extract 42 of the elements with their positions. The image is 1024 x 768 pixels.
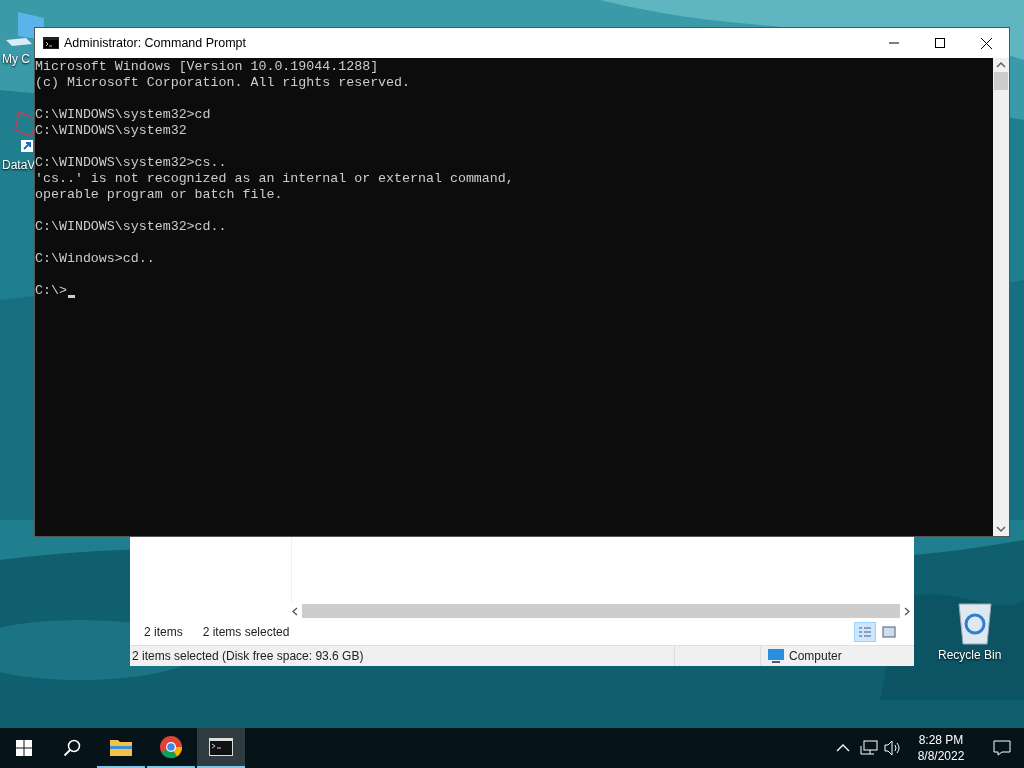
console-line: operable program or batch file. (35, 187, 283, 203)
recycle-bin-icon (955, 600, 995, 646)
console-line: C:\WINDOWS\system32>cd (35, 107, 211, 123)
speaker-icon[interactable] (884, 740, 902, 756)
console-line: Microsoft Windows [Version 10.0.19044.1288] (35, 59, 379, 75)
computer-icon (767, 648, 785, 664)
browser-icon (159, 735, 183, 759)
console-line: C:\WINDOWS\system32>cs.. (35, 155, 227, 171)
status-text: 2 items selected (Disk free space: 93.6 GB) (131, 648, 365, 665)
close-icon (980, 37, 992, 49)
taskbar-app-button[interactable] (197, 728, 245, 768)
preview-icon (882, 626, 896, 638)
console-app-icon (43, 37, 59, 49)
clock-time: 8:28 PM (918, 732, 964, 748)
selection-count: 2 items selected (202, 624, 290, 641)
console-line: C:\WINDOWS\system32 (35, 123, 187, 139)
clock-date: 8/8/2022 (917, 748, 965, 764)
folder-icon (109, 737, 133, 757)
maximize-icon (935, 38, 945, 48)
scroll-left-icon[interactable] (292, 606, 298, 616)
horizontal-scrollbar[interactable] (302, 604, 900, 618)
text-cursor (67, 295, 75, 298)
item-count: 2 items (144, 624, 183, 641)
scroll-right-icon[interactable] (904, 606, 910, 616)
window-title: Administrator: Command Prompt (64, 34, 246, 52)
console-line: (c) Microsoft Corporation. All rights reserved. (35, 75, 411, 91)
windows-logo-icon (16, 740, 32, 756)
chevron-up-icon[interactable] (836, 743, 850, 753)
vertical-scrollbar[interactable] (993, 58, 1009, 536)
console-line: C:\Windows>cd.. (35, 251, 155, 267)
speech-bubble-icon (993, 740, 1011, 756)
list-icon (858, 626, 872, 638)
network-icon[interactable] (860, 740, 878, 756)
console-line: C:\WINDOWS\system32>cd.. (35, 219, 227, 235)
console-icon (209, 738, 233, 756)
desktop-icon-label[interactable]: Recycle Bin (936, 646, 1002, 664)
console-line: C:\> (35, 283, 67, 299)
clock[interactable]: 8:28 PM 8/8/2022 (902, 732, 980, 764)
console-line: 'cs..' is not recognized as an internal or external command, (35, 171, 514, 187)
location-label: Computer (789, 648, 842, 665)
search-icon (63, 739, 81, 757)
scrollbar-thumb[interactable] (994, 72, 1008, 90)
